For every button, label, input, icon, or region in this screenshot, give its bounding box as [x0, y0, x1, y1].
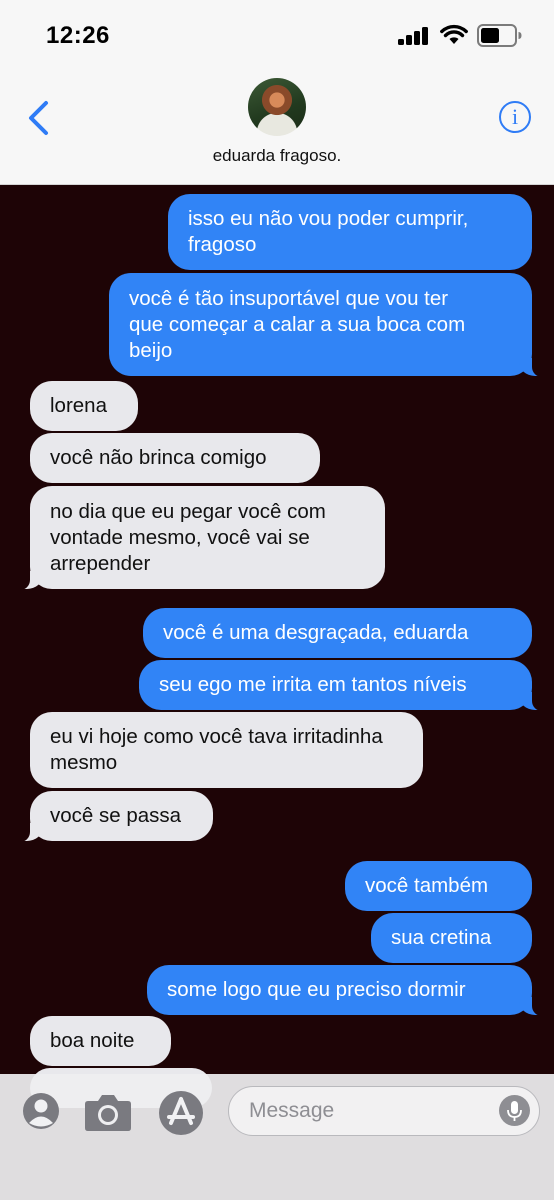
conversation-header: eduarda fragoso. i [0, 72, 554, 185]
message-line: seu ego me irrita em tantos níveis [159, 673, 467, 696]
sent-message-bubble[interactable]: você é tão insuportável que vou ter que c… [109, 273, 548, 377]
message-line: que começar a calar a sua boca com [129, 312, 466, 336]
message-text-field[interactable] [249, 1097, 489, 1125]
microphone-icon[interactable] [499, 1095, 530, 1126]
message-line: some logo que eu preciso dormir [167, 978, 466, 1001]
received-message-bubble[interactable]: eu vi hoje como você tava irritadinha mes… [30, 712, 423, 788]
message-line: você é uma desgraçada, eduarda [163, 621, 469, 644]
sent-message-bubble[interactable]: isso eu não vou poder cumprir, fragoso [168, 194, 532, 270]
sent-message-bubble[interactable]: seu ego me irrita em tantos níveis [139, 660, 548, 711]
info-icon[interactable]: i [499, 101, 531, 133]
message-line: arrepender [50, 551, 151, 575]
received-message-bubble[interactable]: lorena [30, 381, 138, 431]
back-chevron-icon[interactable] [26, 100, 52, 136]
received-message-bubble[interactable]: você não brinca comigo [30, 433, 320, 483]
sent-message-bubble[interactable]: sua cretina [371, 913, 532, 963]
sent-message-bubble[interactable]: você é uma desgraçada, eduarda [143, 608, 532, 658]
status-time: 12:26 [46, 22, 110, 49]
contacts-icon[interactable] [22, 1092, 60, 1130]
app-store-icon[interactable] [158, 1090, 204, 1136]
contact-avatar[interactable] [248, 78, 306, 136]
message-line: você é tão insuportável que vou ter [129, 286, 449, 310]
message-line: isso eu não vou poder cumprir, [188, 207, 469, 230]
message-line: beijo [129, 338, 173, 362]
camera-icon[interactable] [84, 1092, 132, 1132]
message-line: boa noite [50, 1029, 135, 1052]
compose-bar [0, 1074, 554, 1200]
battery-icon [477, 24, 522, 47]
message-line: eu vi hoje como você tava irritadinha [50, 725, 383, 748]
received-message-bubble[interactable]: você se passa [14, 791, 213, 842]
contact-name[interactable]: eduarda fragoso. [0, 146, 554, 166]
wifi-icon [440, 24, 468, 44]
message-line: vontade mesmo, você vai se [50, 525, 310, 549]
sent-message-bubble[interactable]: some logo que eu preciso dormir [147, 965, 548, 1016]
cellular-signal-icon [398, 27, 430, 45]
message-line: você não brinca comigo [50, 446, 267, 469]
sent-message-bubble[interactable]: você também [345, 861, 532, 911]
message-line: você se passa [50, 804, 182, 827]
status-bar: 12:26 [0, 0, 554, 72]
message-line: mesmo [50, 751, 118, 774]
message-input[interactable] [228, 1086, 540, 1136]
message-line: no dia que eu pegar você com [50, 499, 326, 523]
message-line: você também [365, 874, 489, 897]
received-message-bubble[interactable]: boa noite [30, 1016, 171, 1066]
message-line: sua cretina [391, 926, 492, 949]
message-line: lorena [50, 394, 107, 417]
message-line: fragoso [188, 233, 257, 256]
received-message-bubble[interactable]: no dia que eu pegar você com vontade mesm… [14, 486, 385, 590]
